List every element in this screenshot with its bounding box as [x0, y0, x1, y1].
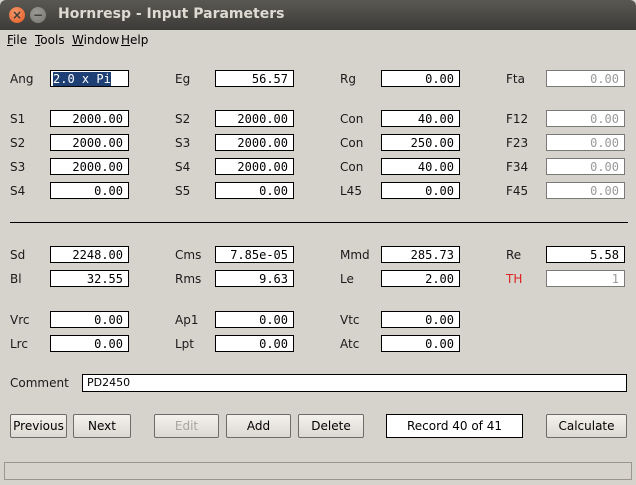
- menu-window[interactable]: Window: [72, 33, 119, 47]
- chamber-field[interactable]: 0.00: [215, 311, 294, 328]
- horn-label: S4: [175, 160, 191, 174]
- driver-label: Rms: [175, 272, 202, 286]
- horn-label: F12: [506, 112, 529, 126]
- section-divider: [10, 222, 628, 223]
- horn-label: F45: [506, 184, 529, 198]
- horn-field[interactable]: 250.00: [381, 134, 460, 151]
- comment-field[interactable]: PD2450: [82, 374, 627, 392]
- horn-field[interactable]: 2000.00: [50, 110, 129, 127]
- comment-label: Comment: [10, 376, 69, 390]
- horn-label: S3: [175, 136, 191, 150]
- fta-label: Fta: [506, 72, 525, 86]
- delete-label: Delete: [311, 419, 351, 433]
- delete-button[interactable]: Delete: [298, 414, 364, 438]
- chamber-field[interactable]: 0.00: [381, 311, 460, 328]
- chamber-label: Lpt: [175, 337, 195, 351]
- horn-label: S4: [10, 184, 26, 198]
- status-bar: [4, 462, 632, 480]
- next-label: Next: [88, 419, 116, 433]
- calculate-label: Calculate: [558, 419, 615, 433]
- chamber-field[interactable]: 0.00: [381, 335, 460, 352]
- horn-label: Con: [340, 112, 364, 126]
- horn-label: L45: [340, 184, 362, 198]
- title-bar: × − Hornresp - Input Parameters: [0, 0, 636, 30]
- horn-field[interactable]: 2000.00: [215, 110, 294, 127]
- rg-label: Rg: [340, 72, 356, 86]
- driver-label: Re: [506, 248, 522, 262]
- hornresp-window: × − Hornresp - Input Parameters File Too…: [0, 0, 636, 485]
- horn-label: S1: [10, 112, 26, 126]
- eg-field[interactable]: 56.57: [215, 70, 294, 87]
- menu-help[interactable]: Help: [121, 33, 148, 47]
- previous-button[interactable]: Previous: [10, 414, 67, 438]
- window-title: Hornresp - Input Parameters: [58, 6, 285, 22]
- driver-field[interactable]: 285.73: [381, 246, 460, 263]
- chamber-field[interactable]: 0.00: [50, 335, 129, 352]
- menu-bar: File Tools Window Help: [0, 30, 636, 52]
- eg-label: Eg: [175, 72, 191, 86]
- rg-field[interactable]: 0.00: [381, 70, 460, 87]
- horn-label: Con: [340, 160, 364, 174]
- close-icon[interactable]: ×: [9, 7, 25, 23]
- horn-label: F34: [506, 160, 529, 174]
- th-label[interactable]: TH: [506, 272, 522, 286]
- horn-field: 0.00: [546, 110, 625, 127]
- horn-label: S3: [10, 160, 26, 174]
- chamber-label: Vtc: [340, 313, 360, 327]
- driver-field[interactable]: 9.63: [215, 270, 294, 287]
- calculate-button[interactable]: Calculate: [546, 414, 627, 438]
- driver-field[interactable]: 5.58: [546, 246, 625, 263]
- ang-label: Ang: [10, 72, 34, 86]
- chamber-label: Vrc: [10, 313, 30, 327]
- driver-field[interactable]: 32.55: [50, 270, 129, 287]
- menu-file[interactable]: File: [7, 33, 27, 47]
- next-button[interactable]: Next: [73, 414, 131, 438]
- horn-field[interactable]: 2000.00: [50, 158, 129, 175]
- add-button[interactable]: Add: [226, 414, 291, 438]
- horn-field[interactable]: 2000.00: [215, 158, 294, 175]
- driver-label: Bl: [10, 272, 22, 286]
- horn-label: S2: [10, 136, 26, 150]
- driver-label: Sd: [10, 248, 26, 262]
- record-indicator: Record 40 of 41: [386, 414, 523, 438]
- chamber-label: Atc: [340, 337, 360, 351]
- horn-field: 0.00: [546, 134, 625, 151]
- chamber-label: Ap1: [175, 313, 199, 327]
- driver-field[interactable]: 2248.00: [50, 246, 129, 263]
- fta-field: 0.00: [546, 70, 625, 87]
- horn-field[interactable]: 0.00: [381, 182, 460, 199]
- horn-label: S5: [175, 184, 191, 198]
- previous-label: Previous: [13, 419, 64, 433]
- driver-field[interactable]: 2.00: [381, 270, 460, 287]
- ang-field[interactable]: 2.0 x Pi: [50, 70, 129, 87]
- chamber-label: Lrc: [10, 337, 28, 351]
- edit-button: Edit: [154, 414, 219, 438]
- horn-field[interactable]: 0.00: [50, 182, 129, 199]
- menu-tools[interactable]: Tools: [35, 33, 65, 47]
- horn-label: Con: [340, 136, 364, 150]
- driver-field[interactable]: 7.85e-05: [215, 246, 294, 263]
- add-label: Add: [246, 419, 271, 433]
- horn-field[interactable]: 40.00: [381, 110, 460, 127]
- horn-field: 0.00: [546, 182, 625, 199]
- edit-label: Edit: [174, 419, 199, 433]
- driver-label: Mmd: [340, 248, 370, 262]
- chamber-field[interactable]: 0.00: [215, 335, 294, 352]
- th-field: 1: [546, 270, 625, 287]
- horn-label: F23: [506, 136, 529, 150]
- driver-label: Cms: [175, 248, 202, 262]
- horn-field[interactable]: 0.00: [215, 182, 294, 199]
- horn-field[interactable]: 2000.00: [215, 134, 294, 151]
- chamber-field[interactable]: 0.00: [50, 311, 129, 328]
- horn-field: 0.00: [546, 158, 625, 175]
- horn-field[interactable]: 40.00: [381, 158, 460, 175]
- minimize-icon[interactable]: −: [30, 7, 46, 23]
- ang-value: 2.0 x Pi: [53, 72, 111, 86]
- horn-field[interactable]: 2000.00: [50, 134, 129, 151]
- driver-label: Le: [340, 272, 354, 286]
- horn-label: S2: [175, 112, 191, 126]
